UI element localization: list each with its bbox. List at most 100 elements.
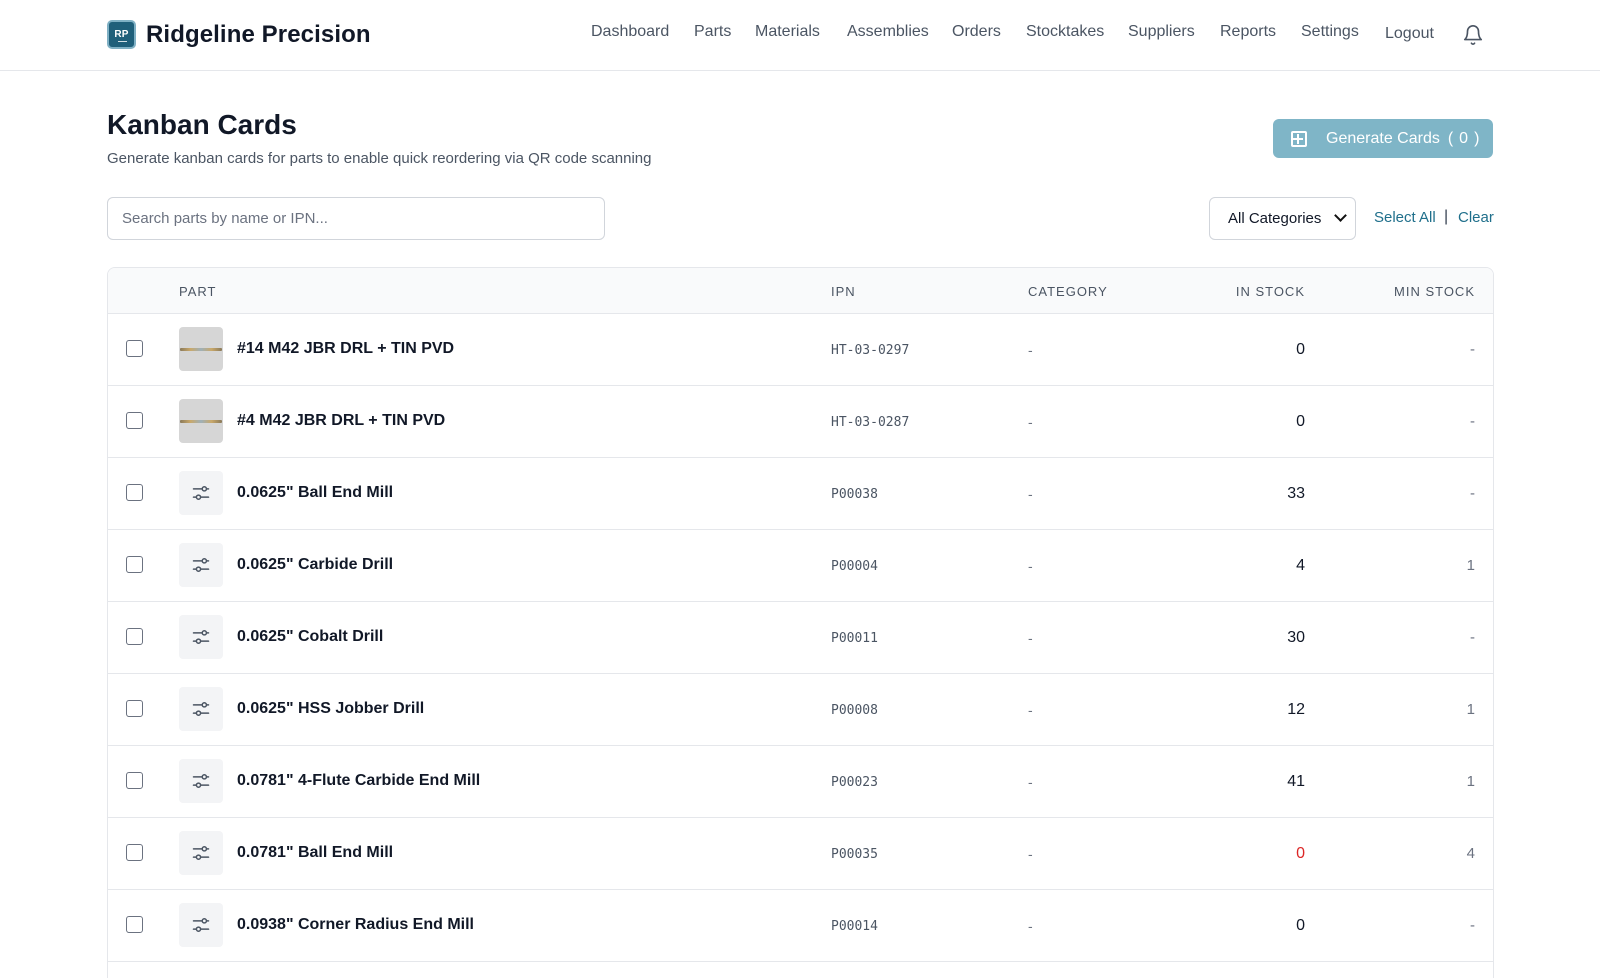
row-checkbox[interactable] xyxy=(126,772,143,789)
part-category: - xyxy=(1028,702,1033,718)
part-min-stock: - xyxy=(1470,917,1475,934)
nav-parts[interactable]: Parts xyxy=(694,23,731,45)
header-min-stock[interactable]: MIN STOCK xyxy=(1394,284,1475,299)
part-min-stock: - xyxy=(1470,485,1475,502)
table-row[interactable]: #4 M42 JBR DRL + TIN PVD HT-03-0287 - 0 - xyxy=(108,386,1493,458)
part-thumbnail xyxy=(179,615,223,659)
part-min-stock: 1 xyxy=(1466,773,1475,790)
part-name[interactable]: #14 M42 JBR DRL + TIN PVD xyxy=(237,340,454,358)
row-checkbox[interactable] xyxy=(126,412,143,429)
bell-icon[interactable] xyxy=(1462,24,1484,46)
part-category: - xyxy=(1028,414,1033,430)
count-paren-close: ) xyxy=(1474,129,1480,147)
table-row[interactable]: #14 M42 JBR DRL + TIN PVD HT-03-0297 - 0 - xyxy=(108,314,1493,386)
part-category: - xyxy=(1028,342,1033,358)
header-category[interactable]: CATEGORY xyxy=(1028,284,1108,299)
generate-cards-button[interactable]: Generate Cards ( 0 ) xyxy=(1273,119,1493,158)
part-in-stock: 0 xyxy=(1296,845,1305,862)
nav-dashboard[interactable]: Dashboard xyxy=(591,23,669,45)
part-thumbnail xyxy=(179,471,223,515)
search-input[interactable] xyxy=(107,197,605,240)
table-header: PART IPN CATEGORY IN STOCK MIN STOCK xyxy=(108,268,1493,314)
part-ipn: P00014 xyxy=(831,919,878,934)
row-checkbox[interactable] xyxy=(126,484,143,501)
part-in-stock: 41 xyxy=(1287,773,1305,790)
part-in-stock: 0 xyxy=(1296,413,1305,430)
part-category: - xyxy=(1028,774,1033,790)
brand[interactable]: RP Ridgeline Precision xyxy=(107,20,371,49)
part-ipn: HT-03-0297 xyxy=(831,343,910,358)
page-subtitle: Generate kanban cards for parts to enabl… xyxy=(107,150,652,167)
part-name[interactable]: #4 M42 JBR DRL + TIN PVD xyxy=(237,412,445,430)
row-checkbox[interactable] xyxy=(126,556,143,573)
generate-cards-label: Generate Cards xyxy=(1326,129,1440,147)
row-checkbox[interactable] xyxy=(126,844,143,861)
nav-stocktakes[interactable]: Stocktakes xyxy=(1026,23,1104,45)
row-checkbox[interactable] xyxy=(126,916,143,933)
plus-square-icon xyxy=(1291,130,1307,147)
count-paren-open: ( xyxy=(1447,129,1454,147)
category-select-value: All Categories xyxy=(1228,210,1322,227)
part-name[interactable]: 0.0781" 4-Flute Carbide End Mill xyxy=(237,772,480,790)
part-ipn: P00038 xyxy=(831,487,878,502)
part-min-stock: - xyxy=(1470,341,1475,358)
header-ipn[interactable]: IPN xyxy=(831,284,856,299)
part-min-stock: 1 xyxy=(1466,557,1475,574)
part-thumbnail xyxy=(179,759,223,803)
part-min-stock: 1 xyxy=(1466,701,1475,718)
table-row[interactable]: 0.0625" Carbide Drill P00004 - 4 1 xyxy=(108,530,1493,602)
sliders-icon xyxy=(191,483,211,503)
part-name[interactable]: 0.0938" Corner Radius End Mill xyxy=(237,916,474,934)
table-row[interactable]: 0.0625" Cobalt Drill P00011 - 30 - xyxy=(108,602,1493,674)
page-title: Kanban Cards xyxy=(107,109,297,140)
part-name[interactable]: 0.0625" Ball End Mill xyxy=(237,484,393,502)
nav-reports[interactable]: Reports xyxy=(1220,23,1276,45)
nav-settings[interactable]: Settings xyxy=(1301,23,1359,45)
nav-suppliers[interactable]: Suppliers xyxy=(1128,23,1195,45)
part-in-stock: 30 xyxy=(1287,629,1305,646)
part-min-stock: - xyxy=(1470,413,1475,430)
part-thumbnail xyxy=(179,327,223,371)
nav-logout[interactable]: Logout xyxy=(1385,25,1434,47)
part-in-stock: 0 xyxy=(1296,341,1305,358)
part-thumbnail xyxy=(179,903,223,947)
nav-materials[interactable]: Materials xyxy=(755,23,820,45)
nav-assemblies[interactable]: Assemblies xyxy=(847,23,929,45)
part-thumbnail xyxy=(179,543,223,587)
table-row[interactable]: 0.0625" Ball End Mill P00038 - 33 - xyxy=(108,458,1493,530)
table-row[interactable]: 0.0625" HSS Jobber Drill P00008 - 12 1 xyxy=(108,674,1493,746)
category-select[interactable]: All Categories xyxy=(1209,197,1356,240)
clear-link[interactable]: Clear xyxy=(1458,209,1494,226)
sliders-icon xyxy=(191,627,211,647)
brand-name: Ridgeline Precision xyxy=(146,20,371,48)
table-row[interactable]: 0.0781" Ball End Mill P00035 - 0 4 xyxy=(108,818,1493,890)
part-ipn: P00004 xyxy=(831,559,878,574)
row-checkbox[interactable] xyxy=(126,340,143,357)
nav-orders[interactable]: Orders xyxy=(952,23,1001,45)
row-checkbox[interactable] xyxy=(126,628,143,645)
rp-logo-icon: RP xyxy=(107,20,136,49)
part-name[interactable]: 0.0625" HSS Jobber Drill xyxy=(237,700,424,718)
part-name[interactable]: 0.0625" Cobalt Drill xyxy=(237,628,383,646)
part-name[interactable]: 0.0781" Ball End Mill xyxy=(237,844,393,862)
part-in-stock: 33 xyxy=(1287,485,1305,502)
part-name[interactable]: 0.0625" Carbide Drill xyxy=(237,556,393,574)
parts-table: PART IPN CATEGORY IN STOCK MIN STOCK #14… xyxy=(107,267,1494,978)
sliders-icon xyxy=(191,915,211,935)
table-row[interactable]: 0.0781" 4-Flute Carbide End Mill P00023 - 4… xyxy=(108,746,1493,818)
drill-bit-image xyxy=(180,419,222,423)
part-category: - xyxy=(1028,558,1033,574)
part-min-stock: 4 xyxy=(1466,845,1475,862)
row-checkbox[interactable] xyxy=(126,700,143,717)
sliders-icon xyxy=(191,771,211,791)
top-navigation-bar: RP Ridgeline Precision Dashboard Parts M… xyxy=(0,0,1600,71)
sliders-icon xyxy=(191,699,211,719)
select-all-link[interactable]: Select All xyxy=(1374,209,1436,226)
header-part[interactable]: PART xyxy=(179,284,216,299)
table-row[interactable]: 0.0938" Corner Radius End Mill P00014 - 0 - xyxy=(108,890,1493,962)
chevron-down-icon xyxy=(1334,209,1347,222)
header-in-stock[interactable]: IN STOCK xyxy=(1236,284,1305,299)
part-thumbnail xyxy=(179,831,223,875)
part-category: - xyxy=(1028,630,1033,646)
part-ipn: HT-03-0287 xyxy=(831,415,910,430)
